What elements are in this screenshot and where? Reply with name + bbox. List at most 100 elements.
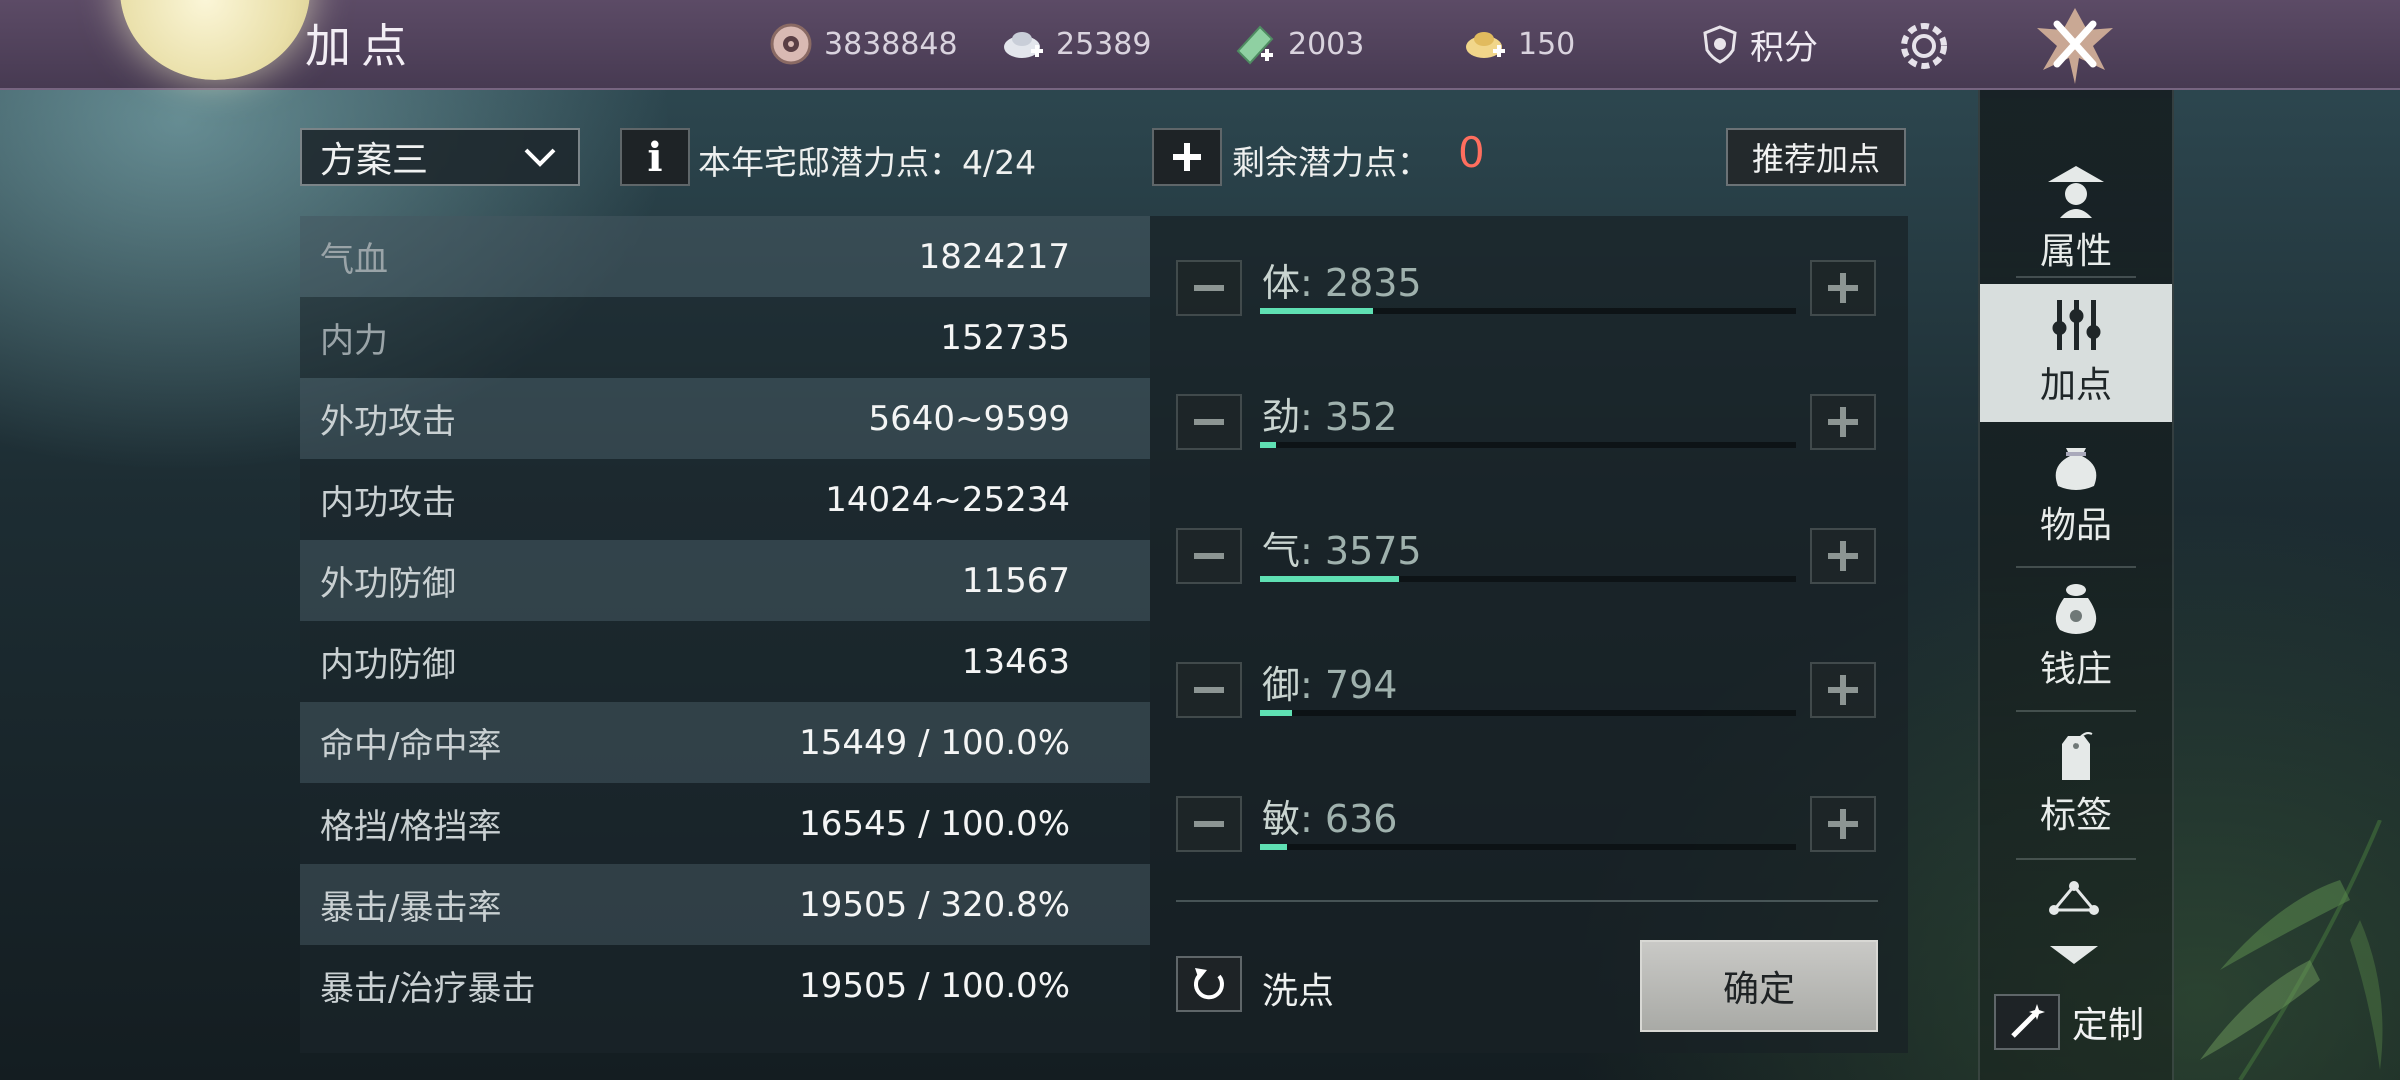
divider: [1176, 900, 1878, 902]
jade-ticket-add-icon: [1232, 21, 1278, 67]
attribute-panel: 体: 2835 劲: 352 气: 3575 御: 794 敏: 636: [1150, 216, 1908, 1053]
decrease-button[interactable]: [1176, 528, 1242, 584]
currency-gold[interactable]: 150: [1462, 20, 1575, 68]
sidebar-item-label: 标签: [2039, 795, 2112, 836]
refresh-icon: [1193, 968, 1224, 1000]
attribute-name: 体: [1262, 261, 1301, 305]
attribute-row: 御: 794: [1176, 654, 1876, 724]
decrease-button[interactable]: [1176, 394, 1242, 450]
gold-ingot-add-icon: [1462, 21, 1508, 67]
sidebar-item-attributes[interactable]: 属性: [1980, 150, 2172, 288]
divider: [2016, 276, 2136, 278]
table-row: 内功攻击 14024~25234: [300, 459, 1150, 540]
settings-gear-button[interactable]: [1892, 14, 1956, 78]
divider: [2016, 858, 2136, 860]
currency-jade[interactable]: 2003: [1232, 20, 1364, 68]
stat-value: 11567: [961, 560, 1070, 601]
info-button[interactable]: i: [620, 128, 690, 186]
sidebar-item-label: 加点: [2039, 365, 2112, 406]
decrease-button[interactable]: [1176, 662, 1242, 718]
increase-button[interactable]: [1810, 528, 1876, 584]
decrease-button[interactable]: [1176, 260, 1242, 316]
attribute-row: 劲: 352: [1176, 386, 1876, 456]
increase-button[interactable]: [1810, 394, 1876, 450]
minus-icon: [1194, 553, 1224, 559]
table-row: 气血 1824217: [300, 216, 1150, 297]
stat-label: 内功防御: [320, 645, 456, 685]
attribute-value: 352: [1324, 395, 1398, 439]
stat-label: 格挡/格挡率: [320, 807, 502, 847]
divider: [2016, 710, 2136, 712]
bamboo-decoration: [2200, 820, 2383, 1080]
attribute-bar-fill: [1260, 576, 1400, 582]
table-row: 暴击/治疗暴击 19505 / 100.0%: [300, 945, 1150, 1026]
increase-button[interactable]: [1810, 796, 1876, 852]
scheme-selected: 方案三: [320, 140, 429, 181]
attribute-row: 敏: 636: [1176, 788, 1876, 858]
attribute-row: 气: 3575: [1176, 520, 1876, 590]
table-row: 格挡/格挡率 16545 / 100.0%: [300, 783, 1150, 864]
plus-icon: [1828, 675, 1858, 705]
attribute-bar-fill: [1260, 308, 1373, 314]
currency-silver[interactable]: 25389: [1000, 20, 1151, 68]
stat-value: 16545 / 100.0%: [799, 803, 1070, 844]
recommend-button[interactable]: 推荐加点: [1726, 128, 1906, 186]
attribute-bar: [1260, 844, 1796, 850]
sidebar-item-tags[interactable]: 标签: [1980, 714, 2172, 852]
close-button[interactable]: [2025, 0, 2125, 88]
stat-label: 暴击/治疗暴击: [320, 969, 536, 1009]
attribute-value: 794: [1324, 663, 1398, 707]
points-button[interactable]: 积分: [1700, 20, 1818, 68]
attribute-bar: [1260, 442, 1796, 448]
attribute-bar-fill: [1260, 710, 1293, 716]
sidebar-item-allocate[interactable]: 加点: [1980, 284, 2172, 422]
minus-icon: [1194, 419, 1224, 425]
table-row: 外功防御 11567: [300, 540, 1150, 621]
share-nodes-icon[interactable]: [2046, 880, 2102, 920]
money-pouch-icon: [2055, 584, 2097, 634]
stat-label: 外功防御: [320, 564, 456, 604]
table-row: 暴击/暴击率 19505 / 320.8%: [300, 864, 1150, 945]
attribute-name: 敏: [1262, 797, 1301, 841]
remaining-potential-value: 0: [1458, 128, 1485, 177]
sidebar-item-label: 物品: [2039, 505, 2112, 546]
sidebar-item-items[interactable]: 物品: [1980, 424, 2172, 562]
currency-value: 2003: [1288, 26, 1365, 62]
decrease-button[interactable]: [1176, 796, 1242, 852]
stat-value: 5640~9599: [868, 398, 1070, 439]
stat-label: 命中/命中率: [320, 726, 502, 766]
attribute-name: 气: [1262, 529, 1301, 573]
add-potential-button[interactable]: [1152, 128, 1222, 186]
character-hat-icon: [2048, 166, 2104, 218]
currency-value: 150: [1518, 26, 1576, 62]
table-row: 命中/命中率 15449 / 100.0%: [300, 702, 1150, 783]
stat-value: 1824217: [918, 236, 1070, 277]
chevron-down-icon[interactable]: [2046, 942, 2102, 968]
increase-button[interactable]: [1810, 260, 1876, 316]
page-title: 加点: [305, 19, 417, 73]
stat-value: 15449 / 100.0%: [799, 722, 1070, 763]
customize-button[interactable]: 定制: [1994, 994, 2144, 1050]
sidebar-item-label: 属性: [2039, 231, 2112, 272]
sliders-icon: [2052, 300, 2101, 350]
currency-value: 25389: [1056, 26, 1152, 62]
table-row: 内力 152735: [300, 297, 1150, 378]
scheme-dropdown[interactable]: 方案三: [300, 128, 580, 186]
reset-points-label: 洗点: [1262, 971, 1335, 1012]
increase-button[interactable]: [1810, 662, 1876, 718]
stat-value: 14024~25234: [825, 479, 1070, 520]
confirm-button[interactable]: 确定: [1640, 940, 1878, 1032]
reset-points-button[interactable]: [1176, 956, 1242, 1012]
attribute-value: 636: [1324, 797, 1398, 841]
stat-value: 19505 / 100.0%: [799, 965, 1070, 1006]
stats-table: 气血 1824217 内力 152735 外功攻击 5640~9599 内功攻击 140…: [300, 216, 1150, 1026]
attribute-row: 体: 2835: [1176, 252, 1876, 322]
attribute-bar: [1260, 308, 1796, 314]
plus-icon: [1828, 541, 1858, 571]
stat-label: 暴击/暴击率: [320, 888, 502, 928]
shield-badge-icon: [1703, 25, 1737, 64]
currency-coin[interactable]: 3838848: [768, 20, 958, 68]
silver-ingot-add-icon: [1000, 21, 1046, 67]
sidebar-item-bank[interactable]: 钱庄: [1980, 568, 2172, 706]
attribute-name: 劲: [1262, 395, 1301, 439]
